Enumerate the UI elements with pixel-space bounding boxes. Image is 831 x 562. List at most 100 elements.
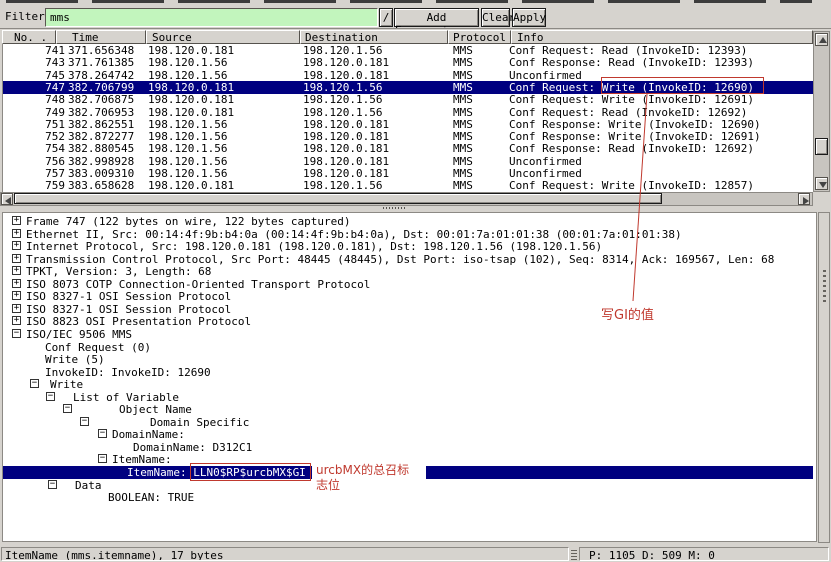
packet-row-741[interactable]: 741371.656348198.120.0.181198.120.1.56MM…	[3, 44, 813, 57]
packet-row-745[interactable]: 745378.264742198.120.1.56198.120.0.181MM…	[3, 69, 813, 82]
expand-plus-icon[interactable]: +	[12, 291, 21, 300]
tree-line[interactable]: +ISO 8823 OSI Presentation Protocol	[3, 315, 813, 328]
tree-line[interactable]: Conf Request (0)	[3, 341, 813, 354]
filter-expression-slash-button[interactable]: /	[379, 8, 393, 27]
tree-line[interactable]: BOOLEAN: TRUE	[3, 491, 813, 504]
expand-plus-icon[interactable]: +	[12, 216, 21, 225]
scroll-left-button[interactable]	[1, 193, 13, 205]
tree-line-text: Internet Protocol, Src: 198.120.0.181 (1…	[26, 240, 602, 253]
packet-row-747[interactable]: 747382.706799198.120.0.181198.120.1.56MM…	[3, 81, 813, 94]
scroll-down-button[interactable]	[815, 177, 828, 190]
filter-input[interactable]: mms	[45, 8, 378, 27]
tree-line[interactable]: −ISO/IEC 9506 MMS	[3, 328, 813, 341]
tree-line[interactable]: − Object Name	[3, 403, 813, 416]
cell-dst: 198.120.0.181	[303, 142, 389, 155]
tree-line[interactable]: Write (5)	[3, 353, 813, 366]
expand-plus-icon[interactable]: +	[12, 229, 21, 238]
tree-line[interactable]: +TPKT, Version: 3, Length: 68	[3, 265, 813, 278]
tree-line[interactable]: DomainName: D312C1	[3, 441, 813, 454]
collapse-minus-icon[interactable]: −	[30, 379, 39, 388]
add-expression-button[interactable]: Add Expression...	[394, 8, 479, 27]
packet-list-vertical-scrollbar[interactable]	[813, 31, 830, 192]
cell-info: Conf Response: Read (InvokeID: 12393)	[509, 56, 754, 69]
expand-plus-icon[interactable]: +	[12, 254, 21, 263]
cell-proto: MMS	[453, 155, 473, 168]
expand-plus-icon[interactable]: +	[12, 316, 21, 325]
tree-line[interactable]: +Frame 747 (122 bytes on wire, 122 bytes…	[3, 215, 813, 228]
tree-line[interactable]: − Data	[3, 479, 813, 492]
apply-button[interactable]: Apply	[512, 8, 546, 27]
tree-line[interactable]: −DomainName:	[3, 428, 813, 441]
vertical-scroll-thumb[interactable]	[815, 138, 828, 155]
scroll-right-button[interactable]	[798, 193, 810, 205]
tree-line[interactable]: + Transmission Control Protocol, Src Port…	[3, 253, 813, 266]
tree-line-text: Conf Request (0)	[45, 341, 151, 354]
column-header-no[interactable]: No. .	[2, 30, 56, 44]
cell-dst: 198.120.0.181	[303, 155, 389, 168]
cell-time: 382.706799	[68, 81, 134, 94]
tree-line-text: Data	[75, 479, 102, 492]
tree-line[interactable]: + Internet Protocol, Src: 198.120.0.181 (…	[3, 240, 813, 253]
collapse-minus-icon[interactable]: −	[63, 404, 72, 413]
expand-plus-icon[interactable]: +	[12, 279, 21, 288]
collapse-minus-icon[interactable]: −	[98, 454, 107, 463]
packet-row-743[interactable]: 743371.761385198.120.1.56198.120.0.181MM…	[3, 56, 813, 69]
tree-line[interactable]: InvokeID: InvokeID: 12690	[3, 366, 813, 379]
cell-proto: MMS	[453, 56, 473, 69]
expand-plus-icon[interactable]: +	[12, 304, 21, 313]
tree-line-text: Ethernet II, Src: 00:14:4f:9b:b4:0a (00:…	[26, 228, 682, 241]
tree-line[interactable]: −Write	[3, 378, 813, 391]
tree-line-text: Write (5)	[45, 353, 105, 366]
column-header-source[interactable]: Source	[146, 30, 300, 44]
packet-row-756[interactable]: 756382.998928198.120.1.56198.120.0.181MM…	[3, 155, 813, 168]
packet-row-751[interactable]: 751382.862551198.120.1.56198.120.0.181MM…	[3, 118, 813, 131]
packet-row-749[interactable]: 749382.706953198.120.0.181198.120.1.56MM…	[3, 106, 813, 119]
packet-row-754[interactable]: 754382.880545198.120.1.56198.120.0.181MM…	[3, 142, 813, 155]
cell-time: 383.009310	[68, 167, 134, 180]
status-bar: ItemName (mms.itemname), 17 bytes P: 110…	[0, 546, 831, 562]
collapse-minus-icon[interactable]: −	[80, 417, 89, 426]
cell-no: 756	[29, 155, 65, 168]
tree-line-text: ISO 8073 COTP Connection-Oriented Transp…	[26, 278, 370, 291]
tree-line-text: ISO 8327-1 OSI Session Protocol	[26, 303, 231, 316]
tree-line[interactable]: ItemName: LLN0$RP$urcbMX$GI	[3, 466, 813, 479]
cell-info: Unconfirmed	[509, 69, 582, 82]
tree-line[interactable]: + ISO 8073 COTP Connection-Oriented Trans…	[3, 278, 813, 291]
packet-row-759[interactable]: 759383.658628198.120.0.181198.120.1.56MM…	[3, 179, 813, 192]
horizontal-scroll-thumb[interactable]	[14, 193, 662, 204]
collapse-minus-icon[interactable]: −	[12, 329, 21, 338]
packet-row-748[interactable]: 748382.706875198.120.0.181198.120.1.56MM…	[3, 93, 813, 106]
expand-plus-icon[interactable]: +	[12, 266, 21, 275]
tree-line[interactable]: + ISO 8327-1 OSI Session Protocol	[3, 303, 813, 316]
cell-info: Conf Response: Read (InvokeID: 12692)	[509, 142, 754, 155]
status-field-info: ItemName (mms.itemname), 17 bytes	[1, 547, 569, 561]
packet-row-752[interactable]: 752382.872277198.120.1.56198.120.0.181MM…	[3, 130, 813, 143]
tree-line[interactable]: +ISO 8327-1 OSI Session Protocol	[3, 290, 813, 303]
collapse-minus-icon[interactable]: −	[48, 480, 57, 489]
cell-src: 198.120.1.56	[148, 142, 227, 155]
tree-line-text: Transmission Control Protocol, Src Port:…	[26, 253, 774, 266]
cell-time: 383.658628	[68, 179, 134, 192]
tree-line[interactable]: −ItemName:	[3, 453, 813, 466]
tree-line-text: Object Name	[119, 403, 192, 416]
column-header-protocol[interactable]: Protocol	[448, 30, 511, 44]
clear-button[interactable]: Clear	[481, 8, 510, 27]
cell-src: 198.120.1.56	[148, 167, 227, 180]
cell-dst: 198.120.1.56	[303, 81, 382, 94]
packet-list-horizontal-scrollbar[interactable]	[0, 192, 813, 206]
column-header-destination[interactable]: Destination	[300, 30, 448, 44]
scroll-up-button[interactable]	[815, 33, 828, 46]
cell-time: 382.862551	[68, 118, 134, 131]
tree-line[interactable]: + Ethernet II, Src: 00:14:4f:9b:b4:0a (00…	[3, 228, 813, 241]
tree-line[interactable]: −Domain Specific	[3, 416, 813, 429]
expand-plus-icon[interactable]: +	[12, 241, 21, 250]
packet-row-757[interactable]: 757383.009310198.120.1.56198.120.0.181MM…	[3, 167, 813, 180]
cell-proto: MMS	[453, 44, 473, 57]
collapse-minus-icon[interactable]: −	[98, 429, 107, 438]
column-header-info[interactable]: Info	[511, 30, 813, 44]
collapse-minus-icon[interactable]: −	[46, 392, 55, 401]
packet-list-body: 741371.656348198.120.0.181198.120.1.56MM…	[2, 44, 813, 192]
tree-line[interactable]: −List of Variable	[3, 391, 813, 404]
column-header-time[interactable]: Time	[56, 30, 146, 44]
detail-pane-scroll-strip[interactable]	[818, 212, 830, 543]
